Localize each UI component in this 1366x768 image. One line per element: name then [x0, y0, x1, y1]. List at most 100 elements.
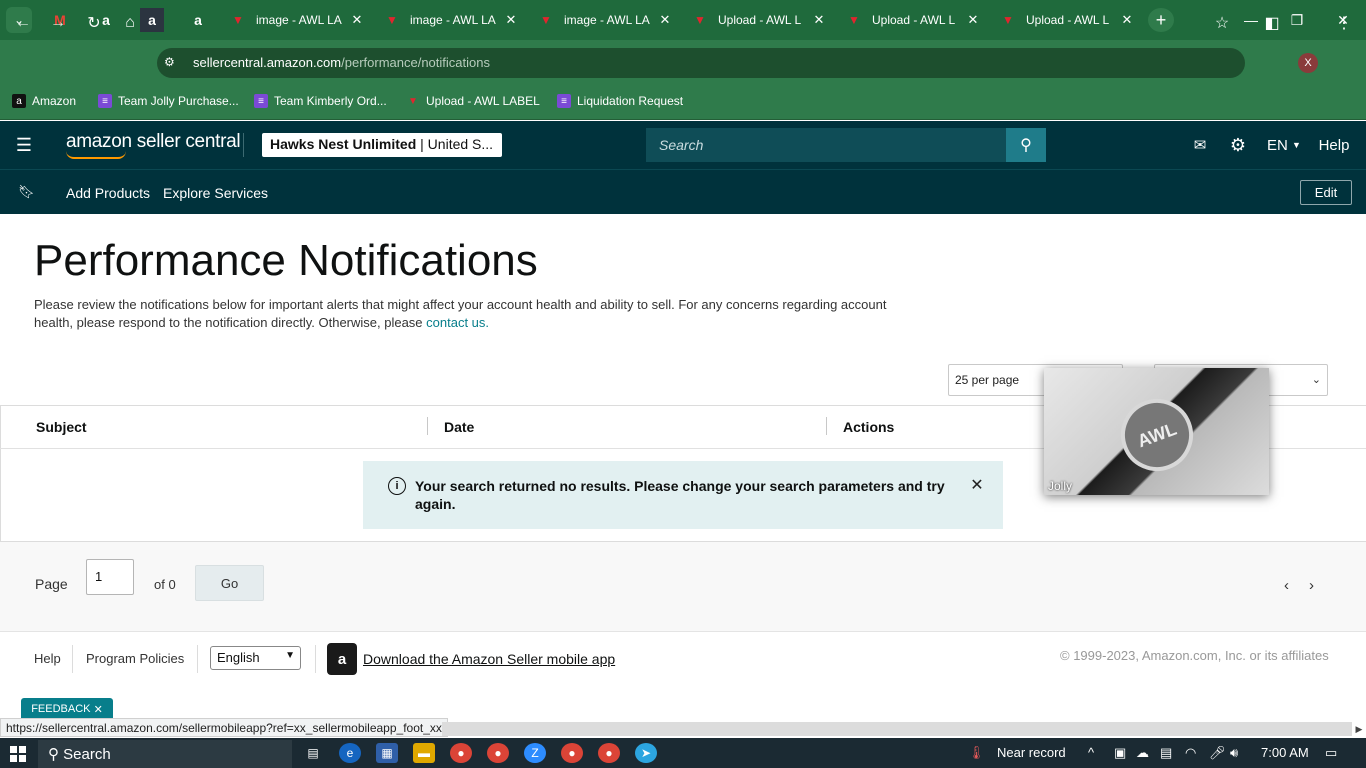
file-explorer-icon[interactable]: ▬ — [413, 743, 435, 763]
browser-tab[interactable]: ▼ image - AWL LA ✕ — [222, 6, 374, 34]
telegram-icon[interactable]: ➤ — [635, 743, 657, 763]
new-tab-button[interactable]: + — [1148, 8, 1174, 32]
chrome-icon[interactable]: ● — [487, 743, 509, 763]
tray-device-icon[interactable]: ▣ — [1114, 745, 1126, 761]
profile-avatar[interactable]: X — [1298, 53, 1318, 73]
chrome-icon[interactable]: ● — [450, 743, 472, 763]
download-app-link[interactable]: Download the Amazon Seller mobile app — [363, 651, 615, 667]
picture-in-picture-video[interactable]: AWL Jolly — [1044, 368, 1269, 495]
tray-chevron-icon[interactable]: ^ — [1088, 745, 1094, 760]
contact-us-link[interactable]: contact us. — [426, 315, 489, 330]
page-number-input[interactable]: 1 — [86, 559, 134, 595]
weather-text[interactable]: Near record — [997, 745, 1066, 760]
edit-nav-button[interactable]: Edit — [1300, 180, 1352, 205]
page-intro: Please review the notifications below fo… — [34, 297, 887, 330]
restore-icon[interactable]: ❐ — [1282, 8, 1312, 32]
notifications-icon[interactable]: ▭ — [1325, 745, 1337, 761]
bookmark-team-kimberly[interactable]: ≡ Team Kimberly Ord... — [254, 92, 387, 110]
language-selector[interactable]: EN ▼ — [1266, 134, 1302, 156]
close-tab-icon[interactable]: ✕ — [1118, 12, 1136, 28]
zoom-icon[interactable]: Z — [524, 743, 546, 763]
search-button[interactable]: ⚲ — [1006, 128, 1046, 162]
browser-tab[interactable]: ▼ Upload - AWL L ✕ — [992, 6, 1144, 34]
clock-time[interactable]: 7:00 AM — [1261, 745, 1309, 760]
edge-icon[interactable]: e — [339, 743, 361, 763]
close-icon[interactable]: ✕ — [94, 703, 103, 716]
chrome-icon[interactable]: ● — [598, 743, 620, 763]
tab-title: image - AWL LA — [410, 13, 496, 27]
close-tab-icon[interactable]: ✕ — [348, 12, 366, 28]
task-view-icon[interactable]: ▤ — [302, 743, 324, 763]
seller-search-input[interactable]: Search — [646, 128, 1006, 162]
close-icon[interactable]: ✕ — [968, 476, 986, 494]
nav-add-products[interactable]: Add Products — [66, 185, 150, 201]
store-icon[interactable]: ▦ — [376, 743, 398, 763]
header-divider — [243, 133, 244, 157]
bookmark-star-icon[interactable]: ☆ — [1209, 10, 1235, 36]
horizontal-scrollbar[interactable] — [442, 722, 1352, 736]
windows-start-icon[interactable] — [10, 746, 26, 762]
footer-divider — [72, 645, 73, 673]
footer-help-link[interactable]: Help — [34, 651, 61, 666]
settings-gear-icon[interactable]: ⚙ — [1226, 134, 1250, 156]
nav-explore-services[interactable]: Explore Services — [163, 185, 268, 201]
awl-favicon-icon: ▼ — [1002, 13, 1014, 27]
previous-page-icon[interactable]: ‹ — [1284, 577, 1289, 594]
go-button[interactable]: Go — [195, 565, 264, 601]
tab-title: image - AWL LA — [564, 13, 650, 27]
amazon-app-icon[interactable]: a — [327, 643, 357, 675]
chevron-down-icon: ⌄ — [1311, 374, 1321, 386]
pinned-tab-amazon-2[interactable]: a — [186, 8, 210, 32]
feedback-button[interactable]: FEEDBACK ✕ — [21, 698, 113, 720]
bookmark-amazon[interactable]: a Amazon — [12, 92, 76, 110]
wifi-icon[interactable]: ◠ — [1185, 745, 1196, 761]
bookmark-liquidation[interactable]: ≡ Liquidation Request — [557, 92, 683, 110]
close-tab-icon[interactable]: ✕ — [656, 12, 674, 28]
browser-tab[interactable]: ▼ image - AWL LA ✕ — [530, 6, 682, 34]
chrome-icon[interactable]: ● — [561, 743, 583, 763]
page-title: Performance Notifications — [34, 236, 538, 285]
amazon-icon: a — [194, 12, 202, 28]
awl-badge-image: AWL — [1110, 388, 1204, 482]
column-header-date[interactable]: Date — [444, 419, 474, 435]
url-text[interactable]: sellercentral.amazon.com/performance/not… — [193, 55, 490, 70]
tab-title: image - AWL LA — [256, 13, 342, 27]
home-icon[interactable]: ⌂ — [117, 10, 143, 36]
bookmark-team-jolly[interactable]: ≡ Team Jolly Purchase... — [98, 92, 239, 110]
seller-central-logo[interactable]: amazon seller central — [66, 131, 241, 159]
onedrive-icon[interactable]: ☁ — [1136, 745, 1149, 761]
bookmark-flag-icon[interactable]: 🔖︎ — [18, 184, 35, 200]
awl-favicon-icon: ▼ — [694, 13, 706, 27]
tray-app-icon[interactable]: ▤ — [1160, 745, 1172, 761]
scroll-right-icon[interactable]: ▶ — [1352, 722, 1366, 736]
messages-envelope-icon[interactable]: ✉ — [1188, 134, 1212, 156]
next-page-icon[interactable]: › — [1309, 577, 1314, 594]
help-link[interactable]: Help — [1318, 134, 1350, 156]
more-menu-icon[interactable]: ⋮ — [1331, 10, 1357, 36]
tab-title: Upload - AWL L — [718, 13, 802, 27]
bookmark-upload-awl[interactable]: ▼ Upload - AWL LABEL — [406, 92, 540, 110]
microphone-icon[interactable]: 🎤︎ — [1209, 745, 1226, 761]
footer-program-policies-link[interactable]: Program Policies — [86, 651, 184, 666]
close-tab-icon[interactable]: ✕ — [502, 12, 520, 28]
footer-language-select[interactable]: English ▼ — [210, 646, 301, 670]
site-settings-icon[interactable]: ⚙ — [164, 55, 175, 69]
taskbar-search[interactable]: ⚲ Search — [38, 740, 292, 768]
forward-icon[interactable]: → — [45, 10, 71, 36]
reload-icon[interactable]: ↻ — [81, 10, 107, 36]
store-switcher[interactable]: Hawks Nest Unlimited | United S... — [262, 133, 502, 157]
browser-tab[interactable]: ▼ Upload - AWL L ✕ — [838, 6, 990, 34]
chevron-down-icon: ▼ — [285, 650, 295, 661]
side-panel-icon[interactable]: ◧ — [1259, 10, 1285, 36]
search-icon: ⚲ — [1020, 137, 1032, 154]
browser-tab[interactable]: ▼ Upload - AWL L ✕ — [684, 6, 836, 34]
volume-icon[interactable]: 🔊︎ — [1230, 745, 1238, 761]
close-tab-icon[interactable]: ✕ — [810, 12, 828, 28]
column-header-subject[interactable]: Subject — [36, 419, 87, 435]
pinned-tab-amazon-active[interactable]: a — [140, 8, 164, 32]
copyright-text: © 1999-2023, Amazon.com, Inc. or its aff… — [1060, 648, 1329, 663]
close-tab-icon[interactable]: ✕ — [964, 12, 982, 28]
hamburger-menu-icon[interactable]: ☰ — [14, 134, 34, 156]
back-icon[interactable]: ← — [10, 10, 36, 36]
browser-tab[interactable]: ▼ image - AWL LA ✕ — [376, 6, 528, 34]
